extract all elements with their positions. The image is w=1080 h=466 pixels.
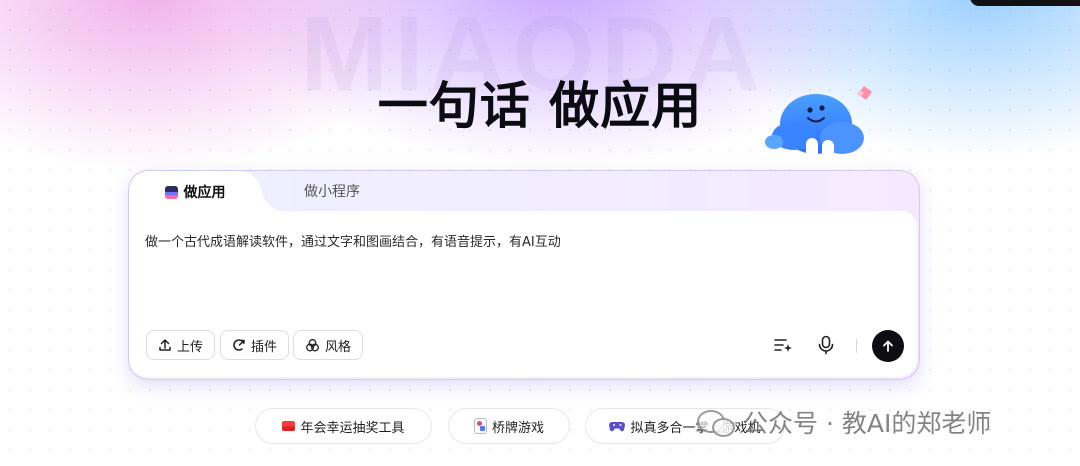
playing-card-icon: [473, 418, 487, 434]
upload-button[interactable]: 上传: [146, 330, 216, 360]
suggestion-chip-bridge[interactable]: 桥牌游戏: [448, 408, 570, 444]
prompt-card: 做应用 做小程序 做一个古代成语解读软件，通过文字和图画结合，有语音提示，有AI…: [128, 170, 920, 380]
style-label: 风格: [325, 339, 352, 355]
send-button[interactable]: [872, 330, 904, 362]
page-title: 一句话 做应用: [377, 77, 703, 135]
suggestion-label: 桥牌游戏: [491, 420, 544, 436]
prompt-input-area[interactable]: 做一个古代成语解读软件，通过文字和图画结合，有语音提示，有AI互动 上传 插件 …: [129, 211, 917, 377]
upload-label: 上传: [177, 339, 204, 355]
mic-icon: [818, 335, 834, 355]
suggestion-chip-lottery[interactable]: 年会幸运抽奖工具: [255, 408, 432, 444]
arrow-up-icon: [883, 340, 893, 352]
tab-label: 做应用: [183, 185, 226, 201]
wechat-icon: [695, 406, 735, 438]
voice-input-button[interactable]: [814, 333, 838, 357]
wechat-watermark-text: 公众号 · 教AI的郑老师: [743, 409, 992, 438]
app-icon: [164, 185, 178, 199]
upload-icon: [159, 339, 171, 351]
gamepad-icon: [609, 422, 626, 432]
suggestion-label: 年会幸运抽奖工具: [300, 420, 405, 436]
style-button[interactable]: 风格: [293, 330, 364, 360]
list-sparkle-icon: [774, 339, 792, 352]
wechat-watermark: 公众号 · 教AI的郑老师: [695, 400, 991, 444]
plugin-label: 插件: [251, 339, 278, 355]
plugin-icon: [233, 339, 245, 351]
red-envelope-icon: [282, 421, 296, 431]
tab-label: 做小程序: [304, 184, 360, 200]
mascot-illustration: [765, 86, 872, 172]
top-right-pill[interactable]: [970, 0, 1080, 6]
tab-make-miniprogram[interactable]: 做小程序: [304, 171, 424, 211]
prompt-optimize-button[interactable]: [771, 333, 795, 357]
plugin-button[interactable]: 插件: [220, 330, 290, 360]
tab-make-app[interactable]: 做应用: [129, 171, 287, 213]
toolbar-divider: [856, 339, 857, 353]
style-icon: [306, 338, 319, 351]
prompt-input[interactable]: 做一个古代成语解读软件，通过文字和图画结合，有语音提示，有AI互动: [145, 231, 561, 250]
